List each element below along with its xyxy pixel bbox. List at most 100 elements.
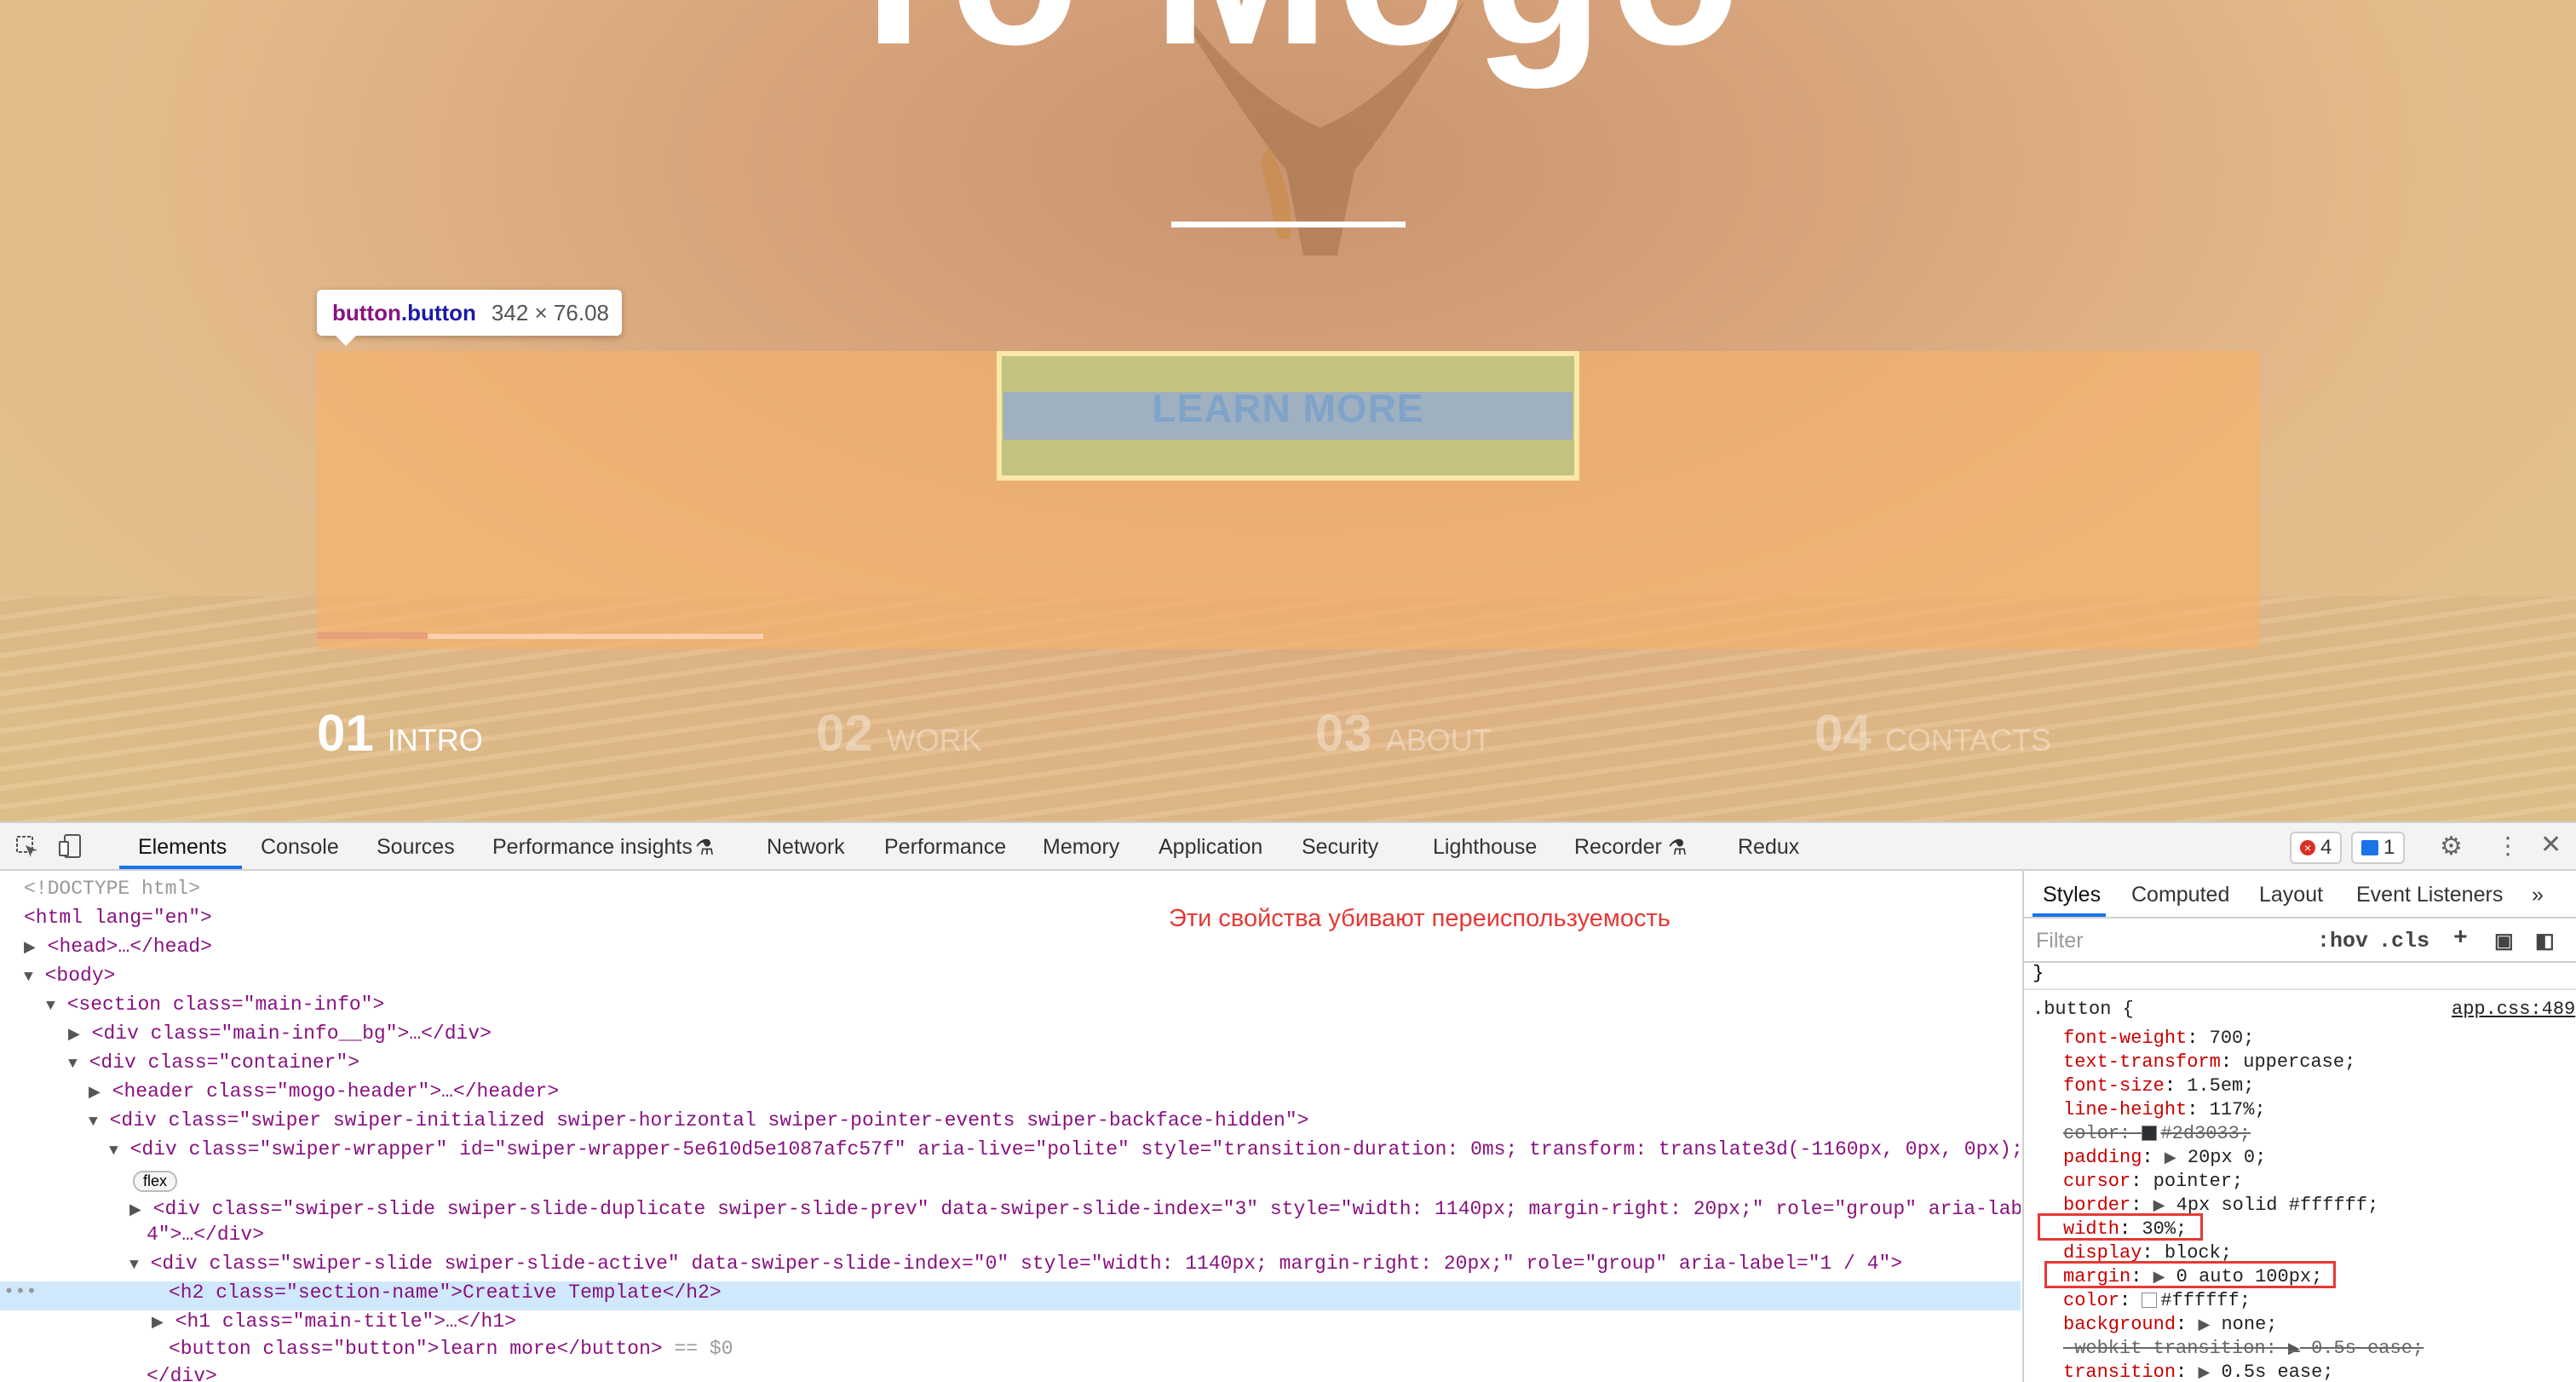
nav-number: 02 (816, 705, 873, 762)
expand-arrow-icon[interactable]: ▶ (89, 1085, 101, 1102)
rule-divider (2024, 988, 2576, 990)
dom-head-row[interactable]: ▶ <head>…</head> (24, 936, 212, 958)
flex-badge[interactable]: flex (133, 1171, 178, 1192)
dom-swiper-row[interactable]: ▼ <div class="swiper swiper-initialized … (89, 1109, 1308, 1132)
nav-label: ABOUT (1385, 723, 1492, 757)
close-icon[interactable]: ✕ (2540, 830, 2562, 860)
tab-network[interactable]: Network (767, 835, 845, 860)
tab-console[interactable]: Console (261, 835, 339, 860)
tab-sources[interactable]: Sources (377, 835, 455, 860)
tab-lighthouse[interactable]: Lighthouse (1433, 835, 1537, 860)
dom-close-div: </div> (147, 1365, 217, 1382)
messages-badge[interactable]: 1 (2351, 832, 2406, 864)
inspect-tooltip: button .button 342 × 76.08 (317, 290, 622, 346)
color-swatch-icon[interactable] (2142, 1293, 2158, 1309)
nav-label: WORK (886, 723, 982, 757)
collapse-arrow-icon[interactable]: ▼ (89, 1114, 98, 1131)
annotation-note: Эти свойства убивают переиспользуемость (1169, 905, 1670, 932)
css-property[interactable]: text-transform: uppercase; (2063, 1051, 2355, 1073)
css-property[interactable]: transition: ▶ 0.5s ease; (2063, 1362, 2334, 1382)
errors-badge[interactable]: × 4 (2290, 832, 2343, 864)
tab-computed[interactable]: Computed (2131, 883, 2229, 907)
learn-more-label: LEARN MORE (1152, 386, 1424, 430)
css-property[interactable]: font-size: 1.5em; (2063, 1075, 2254, 1097)
dom-header-row[interactable]: ▶ <header class="mogo-header">…</header> (89, 1080, 559, 1103)
dom-bg-row[interactable]: ▶ <div class="main-info__bg">…</div> (68, 1022, 492, 1045)
color-swatch-icon[interactable] (2142, 1126, 2158, 1142)
filter-input[interactable]: Filter (2036, 929, 2084, 953)
dom-button-row[interactable]: <button class="button">learn more</butto… (169, 1338, 733, 1360)
paint-icon[interactable]: ▣ (2494, 929, 2514, 954)
css-property-overridden[interactable]: -webkit-transition: ▶ 0.5s ease; (2063, 1338, 2424, 1359)
dom-container-row[interactable]: ▼ <div class="container"> (68, 1051, 359, 1074)
node-menu-icon[interactable]: ••• (3, 1281, 37, 1303)
rule-close-brace: } (2033, 963, 2044, 984)
collapse-arrow-icon[interactable]: ▼ (68, 1056, 78, 1073)
expand-arrow-icon[interactable]: ▶ (152, 1315, 164, 1332)
rule-source-link[interactable]: app.css:489 (2452, 999, 2575, 1020)
dom-section-row[interactable]: ▼ <section class="main-info"> (46, 993, 384, 1016)
rule-selector[interactable]: .button { (2033, 999, 2134, 1020)
message-icon (2361, 840, 2378, 855)
errors-count: 4 (2320, 836, 2332, 859)
nav-label: CONTACTS (1884, 723, 2052, 757)
dom-h2[interactable]: <h2 class="section-name">Creative Templa… (169, 1281, 722, 1304)
expand-arrow-icon[interactable]: ▶ (24, 940, 36, 957)
add-rule-icon[interactable]: + (2453, 925, 2468, 952)
collapse-arrow-icon[interactable]: ▼ (46, 998, 55, 1015)
chevron-double-right-icon[interactable]: » (2532, 883, 2544, 907)
tab-memory[interactable]: Memory (1043, 835, 1119, 860)
css-property[interactable]: cursor: pointer; (2063, 1171, 2243, 1192)
cls-toggle[interactable]: .cls (2378, 929, 2429, 953)
inspect-element-icon[interactable] (15, 835, 39, 859)
tab-application[interactable]: Application (1159, 835, 1262, 860)
collapse-arrow-icon[interactable]: ▼ (24, 969, 33, 986)
devtools-panel: Elements Console Sources Performance ins… (0, 821, 2576, 1382)
css-property[interactable]: font-weight: 700; (2063, 1028, 2254, 1049)
nav-number: 01 (317, 705, 374, 762)
tab-performance[interactable]: Performance (884, 835, 1006, 860)
css-property[interactable]: color: #ffffff; (2063, 1290, 2251, 1311)
dom-html[interactable]: <html lang="en"> (24, 907, 212, 929)
more-options-icon[interactable]: ⋮ (2496, 832, 2520, 860)
dom-head: <head>…</head> (47, 936, 212, 958)
tab-elements[interactable]: Elements (138, 835, 227, 860)
expand-arrow-icon[interactable]: ▶ (129, 1202, 141, 1219)
dom-slide-active-row[interactable]: ▼ <div class="swiper-slide swiper-slide-… (129, 1252, 1902, 1275)
error-icon: × (2300, 840, 2315, 855)
sidebar-toggle-icon[interactable]: ◧ (2535, 929, 2555, 954)
tab-layout[interactable]: Layout (2259, 883, 2323, 907)
css-property[interactable]: padding: ▶ 20px 0; (2063, 1147, 2266, 1168)
tab-event-listeners[interactable]: Event Listeners (2356, 883, 2503, 907)
css-property[interactable]: line-height: 117%; (2063, 1099, 2266, 1120)
dom-wrapper-row[interactable]: ▼ <div class="swiper-wrapper" id="swiper… (109, 1138, 2021, 1160)
collapse-arrow-icon[interactable]: ▼ (109, 1143, 118, 1160)
tooltip-tag: button (332, 299, 401, 325)
collapse-arrow-icon[interactable]: ▼ (129, 1257, 139, 1274)
styles-filter-bar: Filter :hov .cls + ▣ ◧ (2024, 918, 2576, 963)
tab-redux[interactable]: Redux (1738, 835, 1799, 860)
tab-recorder[interactable]: Recorder (1574, 835, 1662, 860)
tab-security[interactable]: Security (1302, 835, 1378, 860)
dom-slide-dup-row[interactable]: ▶ <div class="swiper-slide swiper-slide-… (129, 1198, 2021, 1220)
gear-icon[interactable]: ⚙ (2440, 832, 2463, 861)
expand-arrow-icon[interactable]: ▶ (68, 1027, 80, 1044)
tab-styles[interactable]: Styles (2043, 883, 2101, 907)
dom-h1: <h1 class="main-title">…</h1> (175, 1310, 516, 1333)
dom-body: <body> (44, 965, 116, 987)
nav-item-about[interactable]: 03 ABOUT (1315, 704, 1492, 763)
nav-item-contacts[interactable]: 04 CONTACTS (1814, 704, 2051, 763)
active-tab-underline (2033, 913, 2106, 917)
css-property-overridden[interactable]: color: #2d3033; (2063, 1123, 2251, 1144)
tab-performance-insights[interactable]: Performance insights (492, 835, 693, 860)
dom-wrapper: <div class="swiper-wrapper" id="swiper-w… (129, 1138, 2021, 1160)
nav-item-work[interactable]: 02 WORK (816, 704, 982, 763)
nav-item-intro[interactable]: 01 INTRO (317, 704, 483, 763)
dom-h1-row[interactable]: ▶ <h1 class="main-title">…</h1> (152, 1310, 516, 1333)
highlight-box-margin (2044, 1261, 2336, 1288)
hov-toggle[interactable]: :hov (2317, 929, 2368, 953)
css-property[interactable]: background: ▶ none; (2063, 1314, 2278, 1335)
devtools-toolbar: Elements Console Sources Performance ins… (0, 823, 2576, 871)
dom-body-row[interactable]: ▼ <body> (24, 965, 115, 987)
device-toolbar-icon[interactable] (58, 833, 82, 859)
